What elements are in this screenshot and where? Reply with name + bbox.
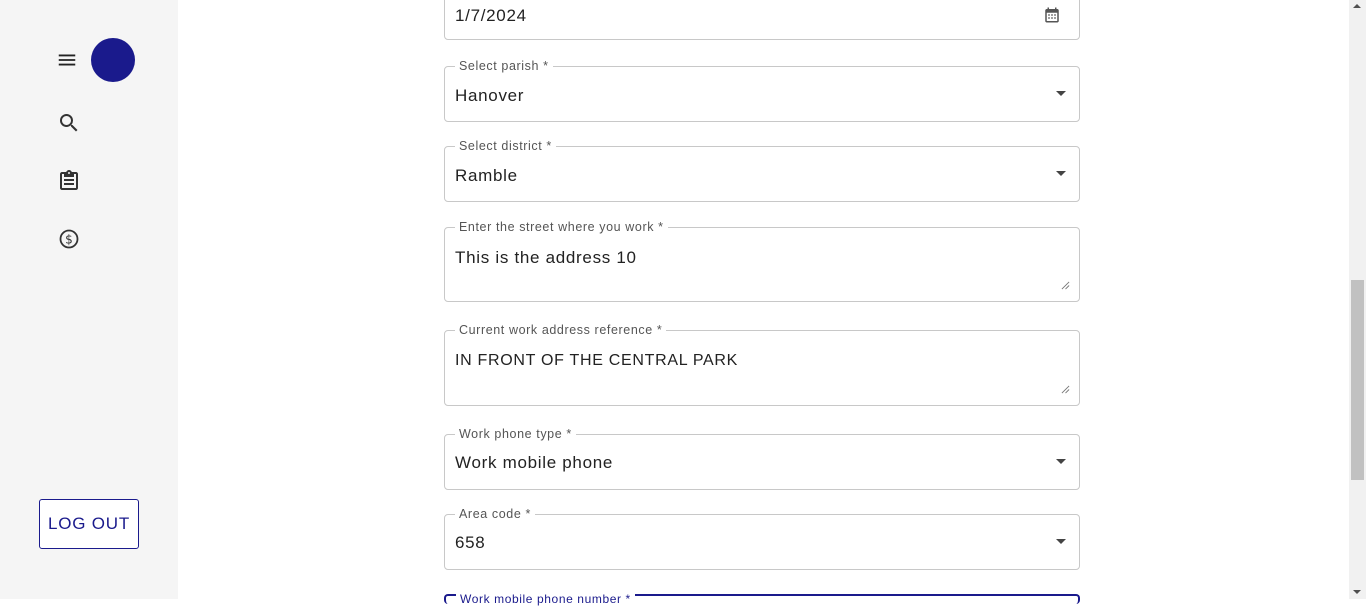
mobile-number-label: Work mobile phone number * — [456, 591, 635, 607]
parish-label: Select parish * — [455, 58, 553, 74]
street-textarea[interactable]: Enter the street where you work * This i… — [444, 219, 1080, 302]
street-value: This is the address 10 — [455, 248, 637, 267]
district-select[interactable]: Select district * Ramble — [444, 138, 1080, 202]
area-code-select[interactable]: Area code * 658 — [444, 506, 1080, 570]
reference-textarea[interactable]: Current work address reference * IN FRON… — [444, 322, 1080, 406]
logout-button[interactable]: LOG OUT — [39, 499, 139, 549]
district-label: Select district * — [455, 138, 556, 154]
phone-type-label: Work phone type * — [455, 426, 576, 442]
street-label: Enter the street where you work * — [455, 219, 668, 235]
chevron-down-icon[interactable] — [1056, 171, 1066, 176]
resize-handle-icon[interactable] — [1061, 385, 1070, 394]
svg-text:$: $ — [65, 233, 73, 247]
menu-icon[interactable] — [56, 49, 78, 71]
scroll-up-icon[interactable] — [1353, 4, 1361, 8]
clipboard-icon[interactable] — [57, 169, 81, 193]
calendar-icon[interactable] — [1043, 6, 1061, 24]
sidebar: $ LOG OUT — [0, 0, 178, 599]
scroll-thumb[interactable] — [1351, 280, 1364, 480]
scroll-down-icon[interactable] — [1353, 590, 1361, 594]
parish-value: Hanover — [455, 86, 525, 105]
phone-type-value: Work mobile phone — [455, 453, 614, 472]
chevron-down-icon[interactable] — [1056, 91, 1066, 96]
phone-type-select[interactable]: Work phone type * Work mobile phone — [444, 426, 1080, 490]
chevron-down-icon[interactable] — [1056, 459, 1066, 464]
reference-value: IN FRONT OF THE CENTRAL PARK — [455, 352, 739, 369]
district-value: Ramble — [455, 166, 518, 185]
scrollbar[interactable] — [1349, 0, 1366, 599]
parish-select[interactable]: Select parish * Hanover — [444, 58, 1080, 122]
avatar[interactable] — [91, 38, 135, 82]
search-icon[interactable] — [57, 111, 81, 135]
date-field[interactable]: 1/7/2024 — [444, 0, 1080, 40]
resize-handle-icon[interactable] — [1061, 281, 1070, 290]
date-value: 1/7/2024 — [455, 6, 527, 25]
mobile-number-field[interactable]: Work mobile phone number * — [444, 591, 1080, 607]
area-code-value: 658 — [455, 533, 486, 552]
reference-label: Current work address reference * — [455, 322, 667, 338]
chevron-down-icon[interactable] — [1056, 539, 1066, 544]
dollar-icon[interactable]: $ — [57, 227, 81, 251]
area-code-label: Area code * — [455, 506, 535, 522]
